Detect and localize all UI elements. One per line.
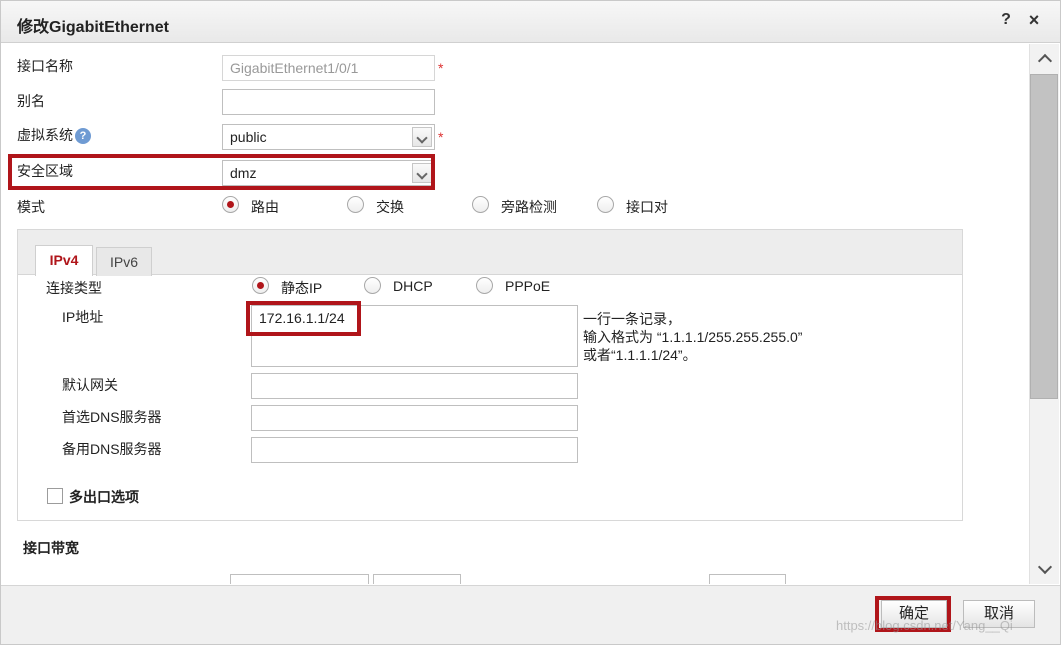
- dialog-content: 接口名称 GigabitEthernet1/0/1 * 别名 虚拟系统? pub…: [3, 44, 1028, 584]
- content-scrollbar[interactable]: [1029, 44, 1059, 584]
- multi-exit-label: 多出口选项: [69, 489, 139, 505]
- conn-type-label: 连接类型: [46, 280, 102, 296]
- dns2-label: 备用DNS服务器: [62, 441, 162, 457]
- alias-field[interactable]: [222, 89, 435, 115]
- conn-option-static: 静态IP: [281, 280, 323, 296]
- bandwidth-threshold-field[interactable]: [709, 574, 786, 584]
- mode-radio-route[interactable]: [222, 196, 239, 213]
- tab-ipv6[interactable]: IPv6: [96, 247, 152, 276]
- mode-radio-bypass[interactable]: [472, 196, 489, 213]
- gateway-label: 默认网关: [62, 377, 118, 393]
- dns2-field[interactable]: [251, 437, 578, 463]
- vsys-select[interactable]: public: [222, 124, 435, 150]
- conn-radio-pppoe[interactable]: [476, 277, 493, 294]
- multi-exit-checkbox[interactable]: [47, 488, 63, 504]
- scroll-thumb[interactable]: [1030, 74, 1058, 399]
- mode-label: 模式: [17, 199, 45, 215]
- required-mark: *: [438, 129, 444, 145]
- conn-radio-dhcp[interactable]: [364, 277, 381, 294]
- gateway-field[interactable]: [251, 373, 578, 399]
- interface-name-field: GigabitEthernet1/0/1: [222, 55, 435, 81]
- tab-ipv4[interactable]: IPv4: [35, 245, 93, 276]
- alias-label: 别名: [17, 93, 45, 109]
- interface-name-label: 接口名称: [17, 58, 73, 74]
- mode-option-bypass: 旁路检测: [501, 199, 557, 215]
- bandwidth-section-title: 接口带宽: [23, 540, 79, 556]
- vsys-label-text: 虚拟系统: [17, 127, 73, 143]
- conn-option-pppoe: PPPoE: [505, 278, 551, 294]
- dns1-label: 首选DNS服务器: [62, 409, 162, 425]
- mode-option-pair: 接口对: [626, 199, 668, 215]
- dialog-titlebar: 修改GigabitEthernet ? ×: [1, 1, 1060, 43]
- vsys-select-value: public: [230, 129, 267, 145]
- ip-hint-line-2: 输入格式为 “1.1.1.1/255.255.255.0”: [583, 329, 803, 345]
- question-help-icon[interactable]: ?: [75, 128, 91, 145]
- bandwidth-unit-select[interactable]: [373, 574, 461, 584]
- scroll-down-icon[interactable]: [1030, 558, 1059, 580]
- edit-interface-dialog: 修改GigabitEthernet ? × 接口名称 GigabitEthern…: [0, 0, 1061, 645]
- help-icon[interactable]: ?: [997, 11, 1015, 29]
- conn-option-dhcp: DHCP: [393, 278, 433, 294]
- dns1-field[interactable]: [251, 405, 578, 431]
- ip-settings-panel: IPv4 IPv6 连接类型 静态IP DHCP PPPoE IP地址 172.…: [17, 229, 963, 521]
- ip-hint-line-3: 或者“1.1.1.1/24”。: [583, 347, 697, 363]
- mode-option-switch: 交换: [376, 199, 404, 215]
- required-mark: *: [438, 60, 444, 76]
- conn-radio-static[interactable]: [252, 277, 269, 294]
- ip-tab-bar: IPv4 IPv6: [18, 230, 962, 276]
- vsys-label: 虚拟系统?: [17, 125, 91, 145]
- scroll-up-icon[interactable]: [1030, 48, 1059, 70]
- ip-address-label: IP地址: [62, 309, 104, 325]
- mode-radio-switch[interactable]: [347, 196, 364, 213]
- ip-hint-line-1: 一行一条记录，: [583, 311, 681, 327]
- watermark: https://blog.csdn.net/Yang__Qi: [836, 618, 1013, 633]
- mode-radio-pair[interactable]: [597, 196, 614, 213]
- close-icon[interactable]: ×: [1025, 10, 1043, 31]
- bandwidth-inbound-field[interactable]: [230, 574, 369, 584]
- zone-highlight-box: [8, 154, 435, 190]
- dialog-footer: 确定 取消: [1, 585, 1060, 644]
- mode-option-route: 路由: [251, 199, 279, 215]
- chevron-down-icon[interactable]: [412, 127, 432, 147]
- dialog-title: 修改GigabitEthernet: [17, 19, 170, 36]
- ip-highlight-box: [246, 301, 361, 336]
